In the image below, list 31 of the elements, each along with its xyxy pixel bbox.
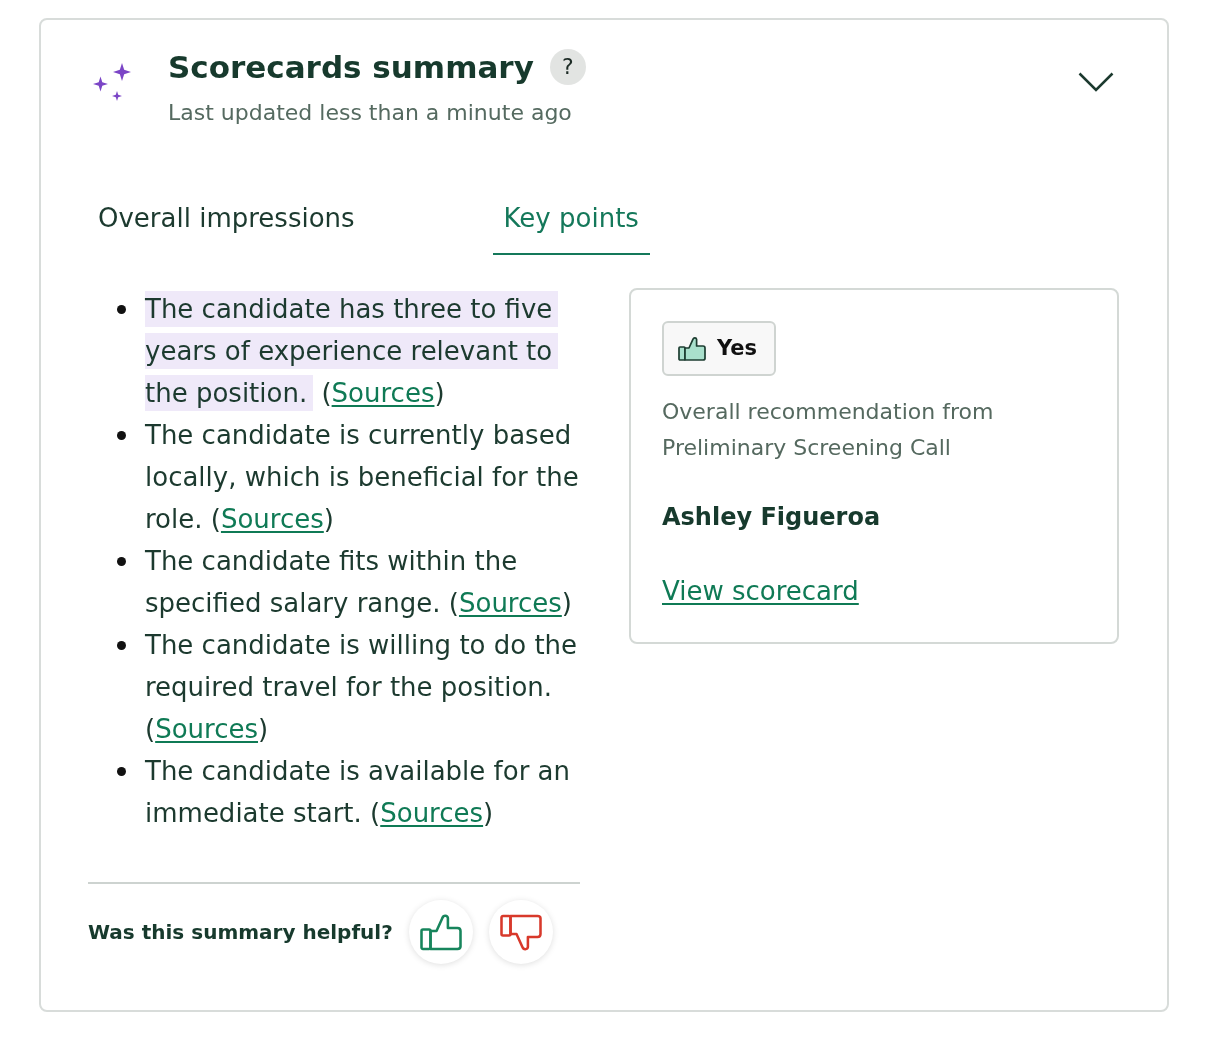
thumbs-down-button[interactable]: [488, 900, 553, 964]
recommendation-label: Yes: [717, 334, 758, 362]
bullet-icon: [117, 641, 126, 650]
sources-link[interactable]: Sources: [220, 504, 324, 534]
card-title: Scorecards summary: [168, 48, 534, 87]
bullet-icon: [117, 305, 126, 314]
key-point-text: The candidate fits within the specified salary range. (Sources): [145, 545, 573, 620]
recommendation-description: Overall recommendation from Preliminary Screening Call: [662, 398, 995, 462]
key-point-text: The candidate is available for an immediate start. (Sources): [145, 755, 572, 830]
sources-link[interactable]: Sources: [331, 378, 435, 408]
thumbs-down-icon: [499, 912, 542, 952]
help-button[interactable]: ?: [549, 49, 586, 85]
bullet-icon: [117, 557, 126, 566]
thumbs-up-icon: [419, 912, 462, 952]
sources-link[interactable]: Sources: [380, 798, 484, 828]
thumbs-up-icon: [678, 335, 706, 362]
chevron-down-icon[interactable]: [1078, 72, 1114, 92]
tab[interactable]: Key points: [492, 182, 650, 255]
bullet-icon: [117, 431, 126, 440]
last-updated-text: Last updated less than a minute ago: [168, 99, 573, 127]
tab[interactable]: Overall impressions: [87, 182, 366, 255]
sources-link[interactable]: Sources: [458, 588, 562, 618]
sparkle-icon: [93, 63, 131, 101]
key-point-text: The candidate is currently based locally, which is beneficial for the role. (Sources): [145, 419, 580, 536]
key-point-text: The candidate is willing to do the required travel for the position. (Sources): [145, 629, 579, 746]
view-scorecard-link[interactable]: View scorecard: [662, 573, 859, 609]
interviewer-name: Ashley Figueroa: [662, 502, 882, 533]
bullet-icon: [117, 767, 126, 776]
thumbs-up-button[interactable]: [408, 900, 473, 964]
sources-link[interactable]: Sources: [155, 714, 258, 744]
feedback-question: Was this summary helpful?: [88, 919, 393, 946]
